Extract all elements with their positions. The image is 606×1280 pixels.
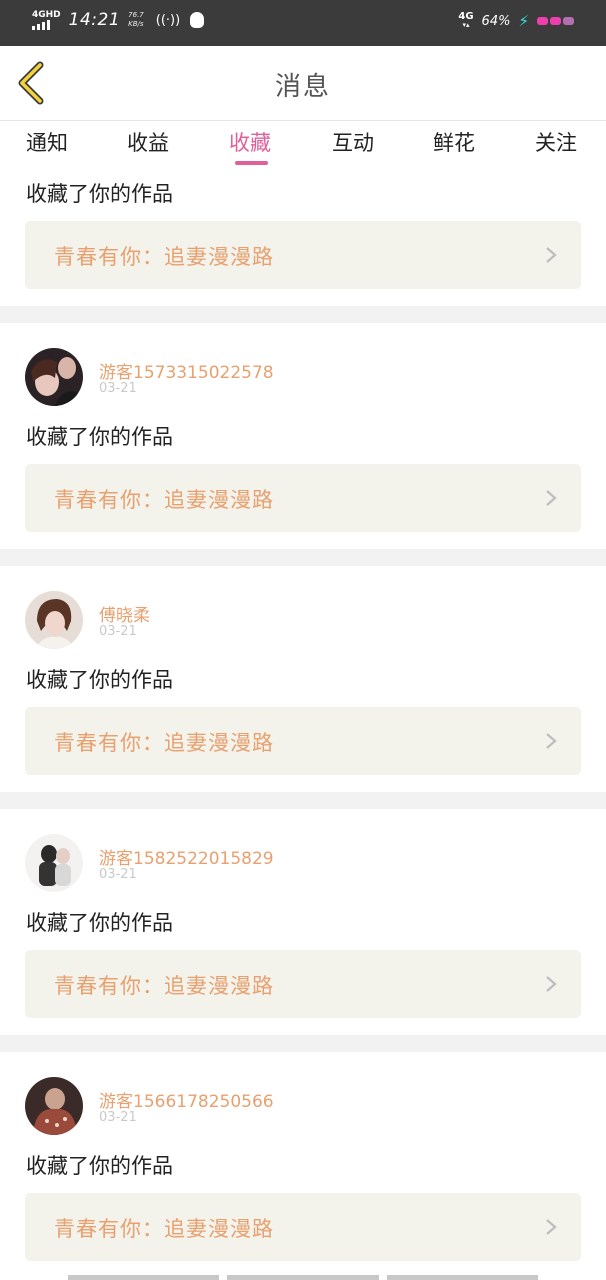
post-date: 03-21 (99, 381, 137, 396)
tab-notifications[interactable]: 通知 (26, 127, 68, 157)
qq-icon (190, 12, 205, 28)
post-date: 03-21 (99, 867, 137, 882)
list-item: 游客15661782505​66 03-21 收藏了你的作品 青春有你：追妻漫漫… (0, 1052, 606, 1280)
hotspot-icon: ((·)) (155, 12, 181, 28)
work-title: 青春有你：追妻漫漫路 (54, 488, 274, 512)
avatar-image (25, 1077, 83, 1135)
decoration-icon (537, 17, 574, 25)
charging-icon: ⚡ (518, 12, 529, 30)
tab-favorites[interactable]: 收藏 (229, 127, 271, 157)
mobile-data-indicator: 4G ▾▴ (458, 12, 473, 30)
avatar[interactable] (25, 348, 83, 406)
tab-flowers[interactable]: 鲜花 (433, 127, 475, 157)
work-title: 青春有你：追妻漫漫路 (54, 974, 274, 998)
status-time: 14:21 (68, 10, 121, 30)
avatar[interactable] (25, 1077, 83, 1135)
favorites-list[interactable]: 收藏了你的作品 青春有你：追妻漫漫路 游客15733150225​78 03-2… (0, 168, 606, 1280)
nav-header: 消息 (0, 46, 606, 121)
tab-earnings[interactable]: 收益 (127, 127, 169, 157)
username: 游客15825220158​29 (99, 849, 274, 869)
status-bar: 4GHD 14:21 76.7 KB/s ((·)) 4G ▾▴ 64% ⚡ (0, 0, 606, 46)
post-date: 03-21 (99, 624, 137, 639)
list-item: 傅晓柔 03-21 收藏了你的作品 青春有你：追妻漫漫路 (0, 566, 606, 792)
work-link[interactable]: 青春有你：追妻漫漫路 (25, 707, 581, 775)
post-date: 03-21 (99, 1110, 137, 1125)
tab-bar: 通知 收益 收藏 互动 鲜花 关注 (0, 121, 606, 168)
avatar-image (25, 591, 83, 649)
speed-unit: KB/s (128, 20, 144, 28)
speed-value: 76.7 (128, 11, 144, 19)
active-tab-indicator (235, 161, 268, 165)
avatar-image (25, 348, 83, 406)
work-link[interactable]: 青春有你：追妻漫漫路 (25, 221, 581, 289)
battery-level: 64% (481, 13, 511, 29)
action-text: 收藏了你的作品 (26, 911, 173, 935)
page-title: 消息 (274, 72, 331, 102)
tab-follows[interactable]: 关注 (535, 127, 577, 157)
list-item: 收藏了你的作品 青春有你：追妻漫漫路 (0, 168, 606, 306)
work-title: 青春有你：追妻漫漫路 (54, 731, 274, 755)
avatar[interactable] (25, 834, 83, 892)
action-text: 收藏了你的作品 (26, 668, 173, 692)
list-item: 游客15733150225​78 03-21 收藏了你的作品 青春有你：追妻漫漫… (0, 323, 606, 549)
avatar-image (25, 834, 83, 892)
list-item: 游客15825220158​29 03-21 收藏了你的作品 青春有你：追妻漫漫… (0, 809, 606, 1035)
action-text: 收藏了你的作品 (26, 425, 173, 449)
signal-indicator: 4GHD (32, 10, 61, 30)
chevron-right-icon (546, 1219, 557, 1235)
action-text: 收藏了你的作品 (26, 1154, 173, 1178)
work-title: 青春有你：追妻漫漫路 (54, 1217, 274, 1241)
work-link[interactable]: 青春有你：追妻漫漫路 (25, 950, 581, 1018)
chevron-right-icon (546, 247, 557, 263)
network-type: 4GHD (32, 10, 61, 20)
username: 游客15661782505​66 (99, 1092, 274, 1112)
signal-bars-icon (32, 20, 50, 30)
work-link[interactable]: 青春有你：追妻漫漫路 (25, 1193, 581, 1261)
avatar[interactable] (25, 591, 83, 649)
chevron-right-icon (546, 490, 557, 506)
work-title: 青春有你：追妻漫漫路 (54, 245, 274, 269)
network-type-right: 4G (458, 11, 474, 22)
action-text: 收藏了你的作品 (26, 182, 173, 206)
username: 傅晓柔 (99, 606, 150, 626)
chevron-right-icon (546, 733, 557, 749)
work-link[interactable]: 青春有你：追妻漫漫路 (25, 464, 581, 532)
data-arrows-icon: ▾▴ (462, 21, 470, 29)
scroll-indicator (68, 1275, 538, 1280)
username: 游客15733150225​78 (99, 363, 274, 383)
network-speed: 76.7 KB/s (128, 11, 144, 29)
tab-interactions[interactable]: 互动 (332, 127, 374, 157)
chevron-right-icon (546, 976, 557, 992)
